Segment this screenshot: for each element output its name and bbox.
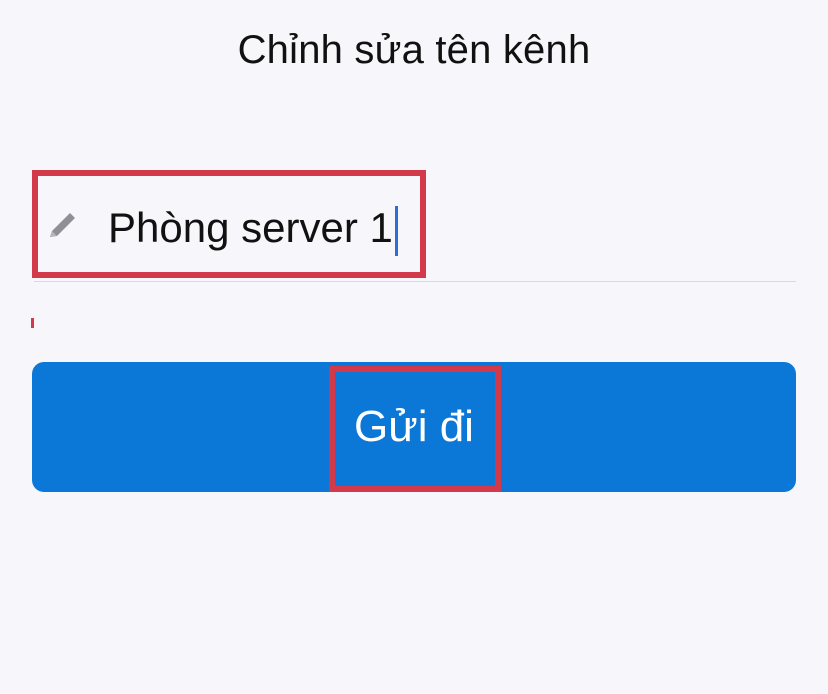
error-indicator bbox=[31, 318, 34, 328]
channel-name-field[interactable]: Phòng server 1 bbox=[34, 172, 796, 282]
input-underline bbox=[34, 281, 796, 282]
dialog-title: Chỉnh sửa tên kênh bbox=[237, 28, 591, 72]
channel-name-value: Phòng server 1 bbox=[108, 204, 393, 251]
send-button[interactable]: Gửi đi bbox=[32, 362, 796, 492]
send-button-label: Gửi đi bbox=[354, 402, 474, 451]
pencil-icon bbox=[50, 213, 75, 237]
text-caret bbox=[394, 205, 398, 256]
channel-name-input[interactable]: Phòng server 1 bbox=[108, 200, 398, 256]
